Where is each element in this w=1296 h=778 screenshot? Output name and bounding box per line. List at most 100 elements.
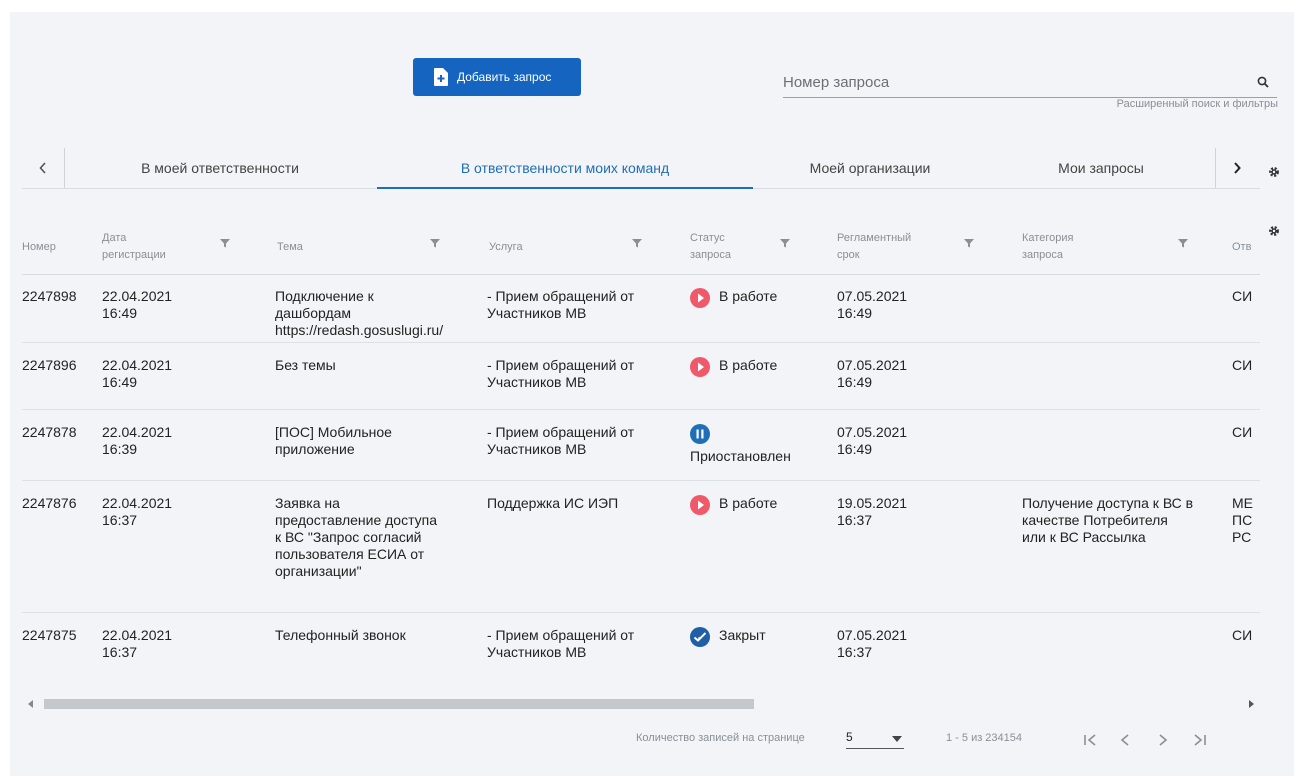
cell-service: - Прием обращений от Участников МВ <box>487 627 635 660</box>
search-icon[interactable] <box>1257 76 1269 88</box>
cell-topic: Без темы <box>275 357 336 373</box>
cell-registration-date: 22.04.2021 16:49 <box>102 357 173 390</box>
filter-icon[interactable] <box>632 238 642 248</box>
cell-service: - Прием обращений от Участников МВ <box>487 357 635 390</box>
first-page-icon[interactable] <box>1083 733 1097 747</box>
column-label: Услуга <box>489 240 523 253</box>
in-progress-icon <box>690 357 710 377</box>
filter-icon[interactable] <box>780 238 790 248</box>
add-request-label: Добавить запрос <box>457 70 552 84</box>
scroll-right-arrow-icon[interactable] <box>1248 700 1254 708</box>
column-header-service[interactable]: Услуга <box>489 220 523 274</box>
column-label: Категория запроса <box>1022 232 1074 261</box>
column-label: Дата регистрации <box>102 232 166 261</box>
tab-my-responsibility[interactable]: В моей ответственности <box>64 148 376 188</box>
table-row[interactable]: 2247896 22.04.2021 16:49 Без темы - Прие… <box>22 343 1260 410</box>
add-request-button[interactable]: Добавить запрос <box>413 58 581 96</box>
chevron-right-icon <box>1234 162 1241 174</box>
cell-responsible: СИ <box>1232 288 1253 304</box>
closed-check-icon <box>690 627 710 647</box>
in-progress-icon <box>690 495 710 515</box>
cell-due-date: 19.05.2021 16:37 <box>837 495 908 528</box>
column-header-responsible[interactable]: Отв <box>1232 220 1251 274</box>
advanced-search-link[interactable]: Расширенный поиск и фильтры <box>1117 98 1278 110</box>
cell-due-date: 07.05.2021 16:49 <box>837 357 908 390</box>
cell-registration-date: 22.04.2021 16:37 <box>102 627 173 660</box>
cell-status: Закрыт <box>719 627 766 643</box>
tabs-scroll-left-button[interactable] <box>22 148 65 188</box>
cell-status: В работе <box>719 357 778 373</box>
filter-icon[interactable] <box>220 238 230 248</box>
cell-registration-date: 22.04.2021 16:39 <box>102 424 173 457</box>
cell-service: - Прием обращений от Участников МВ <box>487 288 635 321</box>
cell-category: Получение доступа к ВС в качестве Потреб… <box>1022 495 1194 545</box>
next-page-icon[interactable] <box>1158 733 1168 747</box>
table-row[interactable]: 2247876 22.04.2021 16:37 Заявка на предо… <box>22 481 1260 613</box>
column-header-number[interactable]: Номер <box>22 220 56 274</box>
cell-number: 2247878 <box>22 424 77 440</box>
cell-topic: Подключение к дашбордам https://redash.g… <box>275 288 444 338</box>
tab-label: В моей ответственности <box>141 160 299 176</box>
page-range: 1 - 5 из 234154 <box>946 732 1023 744</box>
cell-responsible: СИ <box>1232 627 1253 643</box>
rows-per-page-label: Количество записей на странице <box>636 732 805 744</box>
gear-icon[interactable] <box>1268 166 1280 178</box>
tab-my-requests[interactable]: Мои запросы <box>987 148 1215 188</box>
tab-my-organization[interactable]: Моей организации <box>753 148 987 188</box>
search-input[interactable] <box>783 70 1277 98</box>
cell-number: 2247898 <box>22 288 77 304</box>
in-progress-icon <box>690 288 710 308</box>
cell-topic: Заявка на предоставление доступа к ВС "З… <box>275 495 438 579</box>
cell-responsible: МЕ ПС РС <box>1232 495 1253 545</box>
scroll-left-arrow-icon[interactable] <box>28 700 34 708</box>
rows-per-page-value: 5 <box>846 730 853 744</box>
filter-icon[interactable] <box>430 238 440 248</box>
tab-my-teams-responsibility[interactable]: В ответственности моих команд <box>377 148 753 189</box>
cell-due-date: 07.05.2021 16:49 <box>837 424 908 457</box>
paused-icon <box>690 424 710 444</box>
tab-label: Мои запросы <box>1058 160 1144 176</box>
prev-page-icon[interactable] <box>1120 733 1130 747</box>
cell-responsible: СИ <box>1232 424 1253 440</box>
table-row[interactable]: 2247875 22.04.2021 16:37 Телефонный звон… <box>22 613 1260 683</box>
column-label: Номер <box>22 240 56 253</box>
rows-per-page-select[interactable]: 5 <box>846 730 904 749</box>
cell-status: Приостановлен <box>690 448 791 464</box>
column-label: Тема <box>277 240 303 253</box>
column-header-category[interactable]: Категория запроса <box>1022 220 1073 274</box>
dropdown-arrow-icon <box>892 736 902 742</box>
cell-topic: Телефонный звонок <box>275 627 406 643</box>
horizontal-scrollbar[interactable] <box>22 696 1260 712</box>
filter-icon[interactable] <box>964 238 974 248</box>
column-label: Статус запроса <box>690 232 731 261</box>
cell-topic: [ПОС] Мобильное приложение <box>275 424 392 457</box>
cell-status: В работе <box>719 288 778 304</box>
cell-number: 2247875 <box>22 627 77 643</box>
column-label: Отв <box>1232 240 1252 253</box>
cell-registration-date: 22.04.2021 16:37 <box>102 495 173 528</box>
cell-service: - Прием обращений от Участников МВ <box>487 424 635 457</box>
cell-due-date: 07.05.2021 16:49 <box>837 288 908 321</box>
cell-number: 2247876 <box>22 495 77 511</box>
column-header-registration-date[interactable]: Дата регистрации <box>102 220 166 274</box>
column-header-topic[interactable]: Тема <box>277 220 303 274</box>
chevron-left-icon <box>39 162 46 174</box>
column-header-due-date[interactable]: Регламентный срок <box>837 220 911 274</box>
search-box <box>783 70 1277 98</box>
tab-label: Моей организации <box>809 160 931 176</box>
table-row[interactable]: 2247878 22.04.2021 16:39 [ПОС] Мобильное… <box>22 410 1260 481</box>
add-document-icon <box>434 68 448 86</box>
tab-label: В ответственности моих команд <box>460 160 670 176</box>
table-row[interactable]: 2247898 22.04.2021 16:49 Подключение к д… <box>22 274 1260 343</box>
column-header-status[interactable]: Статус запроса <box>690 220 731 274</box>
scrollbar-thumb[interactable] <box>44 699 754 709</box>
cell-registration-date: 22.04.2021 16:49 <box>102 288 173 321</box>
column-label: Регламентный срок <box>837 232 912 261</box>
gear-icon[interactable] <box>1268 225 1280 237</box>
cell-service: Поддержка ИС ИЭП <box>487 495 619 511</box>
last-page-icon[interactable] <box>1193 733 1207 747</box>
cell-responsible: СИ <box>1232 357 1253 373</box>
tabs-scroll-right-button[interactable] <box>1215 148 1258 188</box>
cell-status: В работе <box>719 495 778 511</box>
filter-icon[interactable] <box>1178 238 1188 248</box>
